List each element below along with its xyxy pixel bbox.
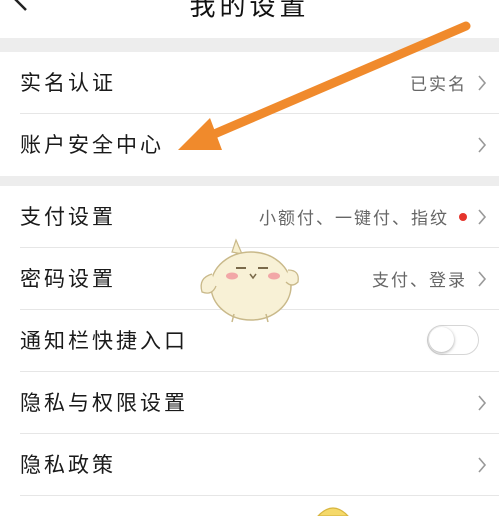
- mascot-peek-icon: [317, 507, 349, 516]
- mascot-sticker-icon: [200, 238, 299, 323]
